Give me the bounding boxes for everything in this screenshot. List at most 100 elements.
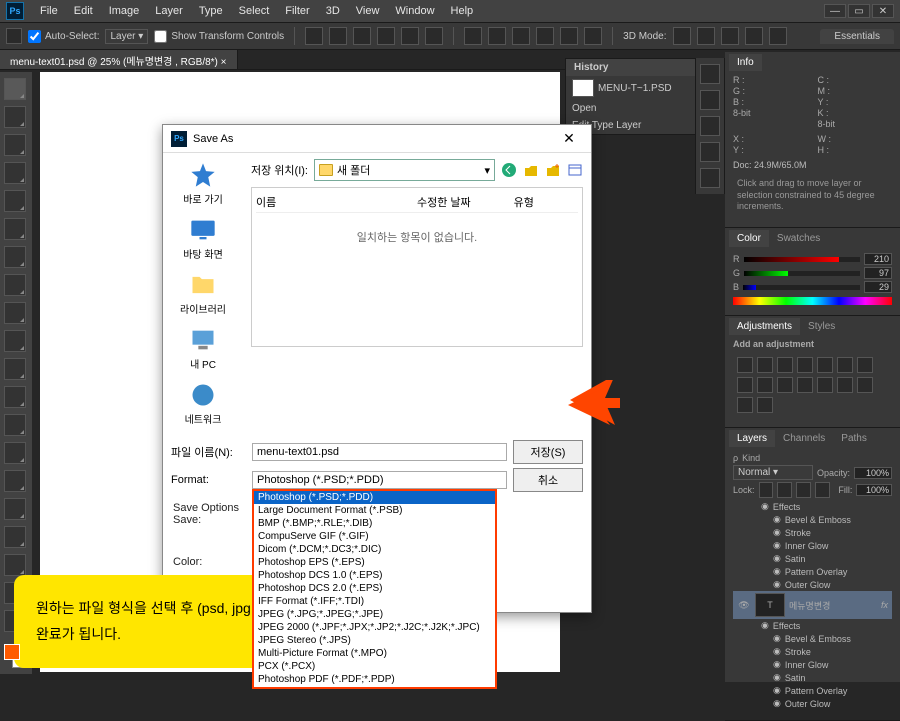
distribute-icon[interactable]	[488, 27, 506, 45]
show-transform-checkbox[interactable]: Show Transform Controls	[154, 30, 284, 43]
adjustment-icon[interactable]	[817, 357, 833, 373]
dock-icon[interactable]	[700, 142, 720, 162]
new-folder-icon[interactable]	[545, 162, 561, 178]
format-option[interactable]: JPEG (*.JPG;*.JPEG;*.JPE)	[254, 608, 495, 621]
3d-mode-icon[interactable]	[769, 27, 787, 45]
window-restore-icon[interactable]: ▭	[848, 4, 870, 18]
dodge-tool-icon[interactable]	[4, 442, 26, 464]
menu-select[interactable]: Select	[231, 5, 278, 17]
menu-edit[interactable]: Edit	[66, 5, 101, 17]
adjustment-icon[interactable]	[777, 357, 793, 373]
align-icon[interactable]	[425, 27, 443, 45]
adjustment-icon[interactable]	[797, 357, 813, 373]
format-option[interactable]: Large Document Format (*.PSB)	[254, 504, 495, 517]
view-menu-icon[interactable]	[567, 162, 583, 178]
fx-item[interactable]: ◉ Outer Glow	[733, 578, 892, 591]
lock-icon[interactable]	[759, 482, 774, 498]
adjustment-icon[interactable]	[737, 357, 753, 373]
pen-tool-icon[interactable]	[4, 470, 26, 492]
g-slider[interactable]	[744, 271, 860, 276]
dock-icon[interactable]	[700, 64, 720, 84]
history-tab[interactable]: History	[566, 59, 699, 76]
history-document[interactable]: MENU-T~1.PSD	[566, 76, 699, 100]
menu-type[interactable]: Type	[191, 5, 231, 17]
move-tool-icon[interactable]	[4, 78, 26, 100]
adjustments-tab[interactable]: Adjustments	[729, 318, 800, 335]
format-option[interactable]: Photoshop Raw (*.RAW)	[254, 686, 495, 689]
distribute-icon[interactable]	[584, 27, 602, 45]
format-option[interactable]: PCX (*.PCX)	[254, 660, 495, 673]
adjustment-icon[interactable]	[757, 377, 773, 393]
lasso-tool-icon[interactable]	[4, 134, 26, 156]
fx-item[interactable]: ◉ Satin	[733, 552, 892, 565]
menu-filter[interactable]: Filter	[277, 5, 317, 17]
paths-tab[interactable]: Paths	[833, 430, 875, 447]
history-brush-tool-icon[interactable]	[4, 330, 26, 352]
3d-mode-icon[interactable]	[673, 27, 691, 45]
hue-ramp[interactable]	[733, 297, 892, 305]
document-tab[interactable]: menu-text01.psd @ 25% (메뉴명변경 , RGB/8*) ×	[0, 50, 238, 69]
format-option[interactable]: JPEG Stereo (*.JPS)	[254, 634, 495, 647]
place-quickaccess[interactable]: 바로 가기	[183, 161, 223, 206]
adjustment-icon[interactable]	[797, 377, 813, 393]
format-option[interactable]: JPEG 2000 (*.JPF;*.JPX;*.JP2;*.J2C;*.J2K…	[254, 621, 495, 634]
fx-group[interactable]: ◉ Effects	[733, 500, 892, 513]
menu-view[interactable]: View	[348, 5, 388, 17]
place-network[interactable]: 네트워크	[185, 381, 222, 426]
place-libraries[interactable]: 라이브러리	[180, 271, 226, 316]
auto-select-checkbox[interactable]: Auto-Select:	[28, 30, 99, 43]
format-select[interactable]: Photoshop (*.PSD;*.PDD)	[252, 471, 507, 489]
blur-tool-icon[interactable]	[4, 414, 26, 436]
fx-item[interactable]: ◉ Inner Glow	[733, 539, 892, 552]
fill-value[interactable]: 100%	[856, 484, 892, 496]
lock-icon[interactable]	[796, 482, 811, 498]
distribute-icon[interactable]	[536, 27, 554, 45]
b-value[interactable]: 29	[864, 281, 892, 293]
menu-window[interactable]: Window	[387, 5, 442, 17]
adjustment-icon[interactable]	[737, 397, 753, 413]
fx-item[interactable]: ◉ Stroke	[733, 645, 892, 658]
align-icon[interactable]	[377, 27, 395, 45]
menu-help[interactable]: Help	[443, 5, 482, 17]
r-slider[interactable]	[744, 257, 861, 262]
menu-file[interactable]: File	[32, 5, 66, 17]
magic-wand-tool-icon[interactable]	[4, 162, 26, 184]
fx-badge[interactable]: fx	[881, 600, 888, 610]
adjustment-icon[interactable]	[857, 377, 873, 393]
path-tool-icon[interactable]	[4, 526, 26, 548]
history-step[interactable]: Open	[566, 100, 699, 117]
distribute-icon[interactable]	[512, 27, 530, 45]
fx-item[interactable]: ◉ Inner Glow	[733, 658, 892, 671]
auto-select-target[interactable]: Layer ▾	[105, 29, 148, 44]
color-tab[interactable]: Color	[729, 230, 769, 247]
styles-tab[interactable]: Styles	[800, 318, 843, 335]
col-type[interactable]: 유형	[514, 194, 578, 210]
crop-tool-icon[interactable]	[4, 190, 26, 212]
align-icon[interactable]	[305, 27, 323, 45]
format-option[interactable]: IFF Format (*.IFF;*.TDI)	[254, 595, 495, 608]
place-desktop[interactable]: 바탕 화면	[183, 216, 223, 261]
type-tool-icon[interactable]	[4, 498, 26, 520]
window-close-icon[interactable]: ✕	[872, 4, 894, 18]
file-list-area[interactable]: 이름 수정한 날짜 유형 일치하는 항목이 없습니다.	[251, 187, 583, 347]
eraser-tool-icon[interactable]	[4, 358, 26, 380]
format-option[interactable]: Photoshop PDF (*.PDF;*.PDP)	[254, 673, 495, 686]
filename-input[interactable]	[252, 443, 507, 461]
3d-mode-icon[interactable]	[721, 27, 739, 45]
marquee-tool-icon[interactable]	[4, 106, 26, 128]
layers-tab[interactable]: Layers	[729, 430, 775, 447]
format-option[interactable]: Photoshop DCS 1.0 (*.EPS)	[254, 569, 495, 582]
format-option[interactable]: Photoshop EPS (*.EPS)	[254, 556, 495, 569]
back-icon[interactable]	[501, 162, 517, 178]
up-icon[interactable]	[523, 162, 539, 178]
blend-mode-select[interactable]: Normal ▾	[733, 465, 813, 480]
fx-item[interactable]: ◉ Pattern Overlay	[733, 684, 892, 697]
fx-item[interactable]: ◉ Bevel & Emboss	[733, 513, 892, 526]
fx-item[interactable]: ◉ Satin	[733, 671, 892, 684]
3d-mode-icon[interactable]	[697, 27, 715, 45]
format-option[interactable]: Photoshop DCS 2.0 (*.EPS)	[254, 582, 495, 595]
eyedropper-tool-icon[interactable]	[4, 218, 26, 240]
brush-tool-icon[interactable]	[4, 274, 26, 296]
lock-icon[interactable]	[815, 482, 830, 498]
fx-item[interactable]: ◉ Bevel & Emboss	[733, 632, 892, 645]
